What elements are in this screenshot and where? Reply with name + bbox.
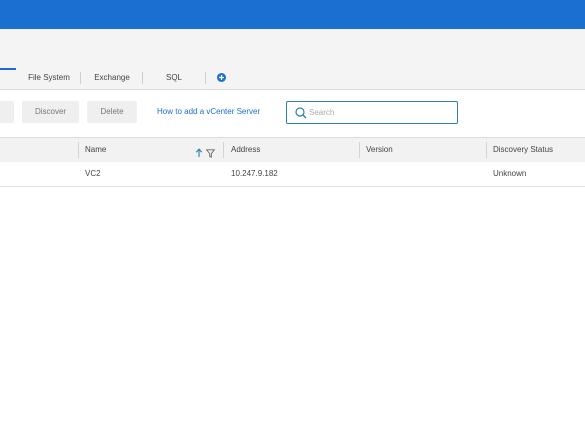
search-input[interactable] (309, 105, 449, 119)
column-header-version[interactable]: Version (366, 138, 393, 162)
column-divider[interactable] (223, 142, 224, 158)
tab-divider (142, 72, 143, 84)
title-area (0, 29, 585, 69)
cell-name: VC2 (85, 169, 101, 178)
cell-address: 10.247.9.182 (231, 169, 278, 178)
delete-button[interactable]: Delete (87, 101, 137, 123)
table-header: Name Address Version Discovery Status (0, 137, 585, 163)
column-header-discovery-status[interactable]: Discovery Status (493, 138, 553, 162)
tab-sql[interactable]: SQL (150, 67, 198, 89)
cell-discovery-status: Unknown (493, 169, 527, 178)
active-tab-indicator (0, 68, 16, 70)
toolbar-button-partial[interactable] (0, 101, 14, 123)
table-row[interactable]: VC2 10.247.9.182 Unknown (0, 162, 585, 187)
add-vcenter-help-link[interactable]: How to add a vCenter Server (157, 107, 260, 116)
discover-button[interactable]: Discover (22, 101, 79, 123)
filter-icon[interactable] (205, 145, 216, 163)
tab-bar: File System Exchange SQL (0, 67, 585, 90)
search-box[interactable] (286, 101, 458, 124)
tab-exchange[interactable]: Exchange (86, 67, 138, 89)
column-header-address[interactable]: Address (231, 138, 260, 162)
tab-divider (80, 72, 81, 84)
tab-divider (205, 72, 206, 84)
column-divider[interactable] (359, 142, 360, 158)
search-icon (295, 106, 307, 124)
top-banner (0, 0, 585, 29)
column-divider[interactable] (486, 142, 487, 158)
tab-file-system[interactable]: File System (20, 67, 78, 89)
column-divider[interactable] (78, 142, 79, 158)
add-tab-icon[interactable] (217, 73, 226, 82)
column-header-name[interactable]: Name (85, 138, 106, 162)
sort-ascending-icon[interactable] (195, 145, 203, 163)
